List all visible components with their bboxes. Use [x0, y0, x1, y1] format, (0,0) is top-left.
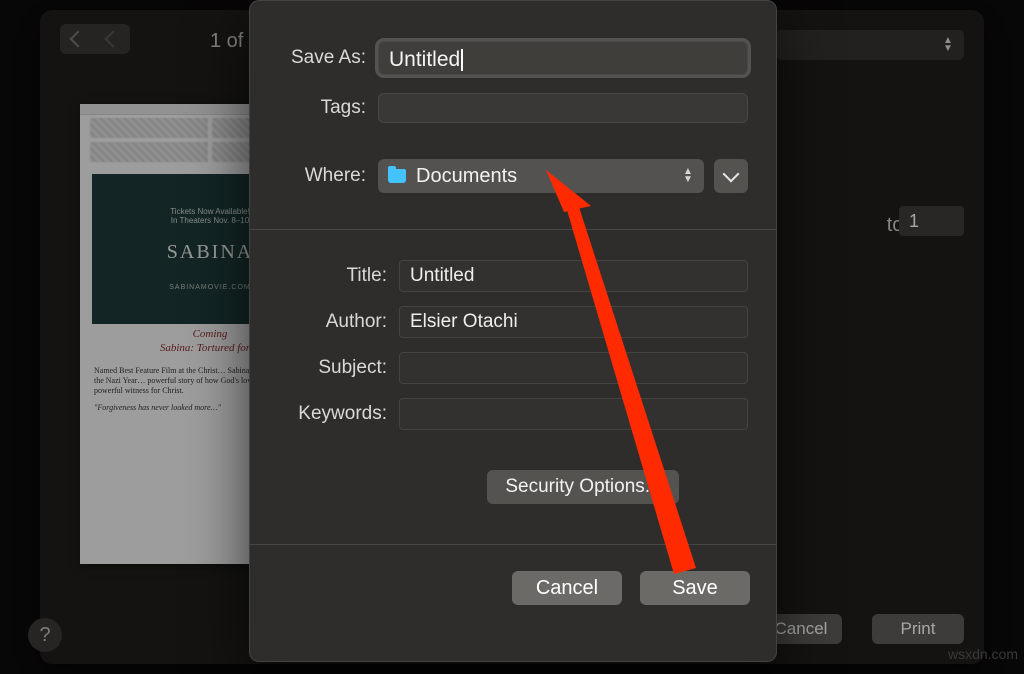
cancel-button[interactable]: Cancel — [512, 571, 622, 605]
where-value: Documents — [416, 165, 517, 188]
title-input[interactable]: Untitled — [399, 260, 748, 292]
updown-icon: ▲▼ — [680, 165, 696, 187]
chevron-down-icon — [723, 166, 740, 183]
where-select[interactable]: Documents ▲▼ — [378, 159, 704, 193]
save-button[interactable]: Save — [640, 571, 750, 605]
text-cursor — [461, 49, 463, 71]
tags-input[interactable] — [378, 93, 748, 123]
keywords-label: Keywords: — [278, 403, 387, 425]
save-as-label: Save As: — [278, 47, 366, 69]
expand-browse-button[interactable] — [714, 159, 748, 193]
author-input[interactable]: Elsier Otachi — [399, 306, 748, 338]
subject-input[interactable] — [399, 352, 748, 384]
divider — [250, 229, 776, 230]
tags-label: Tags: — [278, 97, 366, 119]
subject-label: Subject: — [278, 357, 387, 379]
title-label: Title: — [278, 265, 387, 287]
security-options-button[interactable]: Security Options... — [487, 470, 678, 504]
where-label: Where: — [278, 165, 366, 187]
save-sheet: Save As: Untitled Tags: Where: Documents… — [249, 0, 777, 662]
save-as-input[interactable]: Untitled — [378, 41, 748, 75]
save-as-value: Untitled — [389, 48, 460, 71]
keywords-input[interactable] — [399, 398, 748, 430]
author-label: Author: — [278, 311, 387, 333]
folder-icon — [388, 169, 406, 183]
divider — [250, 544, 776, 545]
